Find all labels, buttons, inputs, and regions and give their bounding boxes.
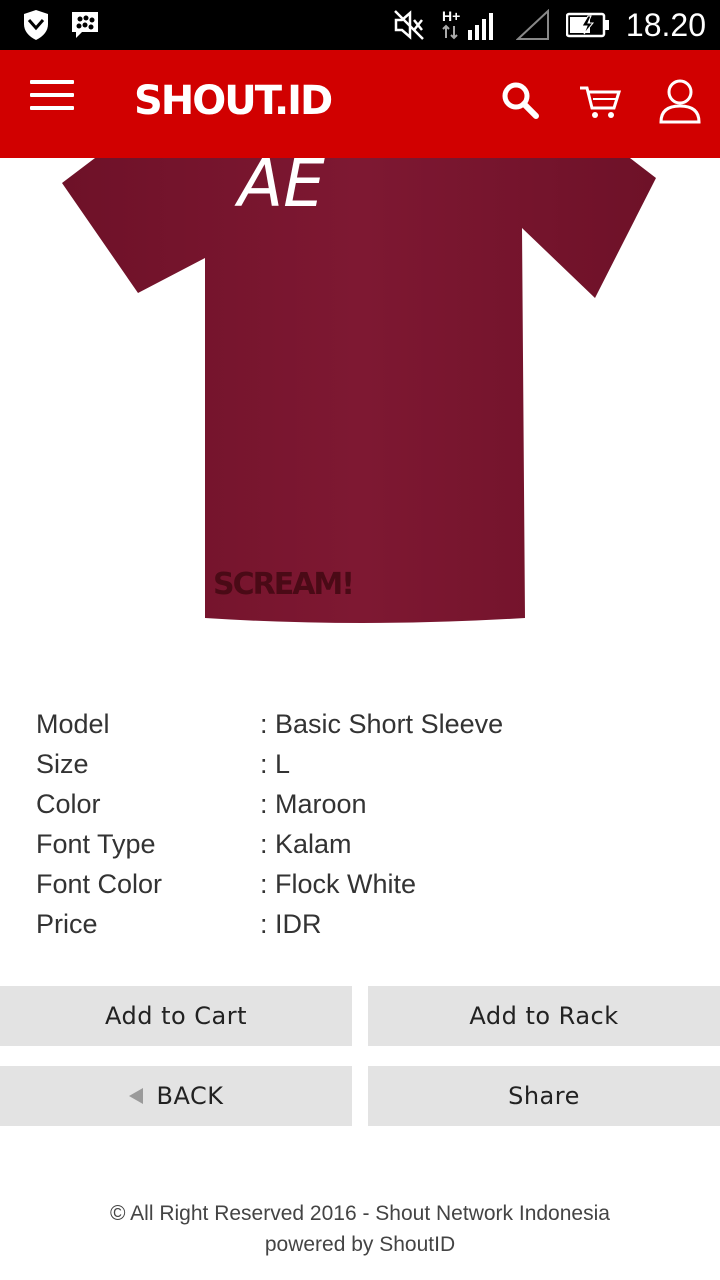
product-image: AE SCREAM! (0, 158, 720, 648)
footer: © All Right Reserved 2016 - Shout Networ… (0, 1198, 720, 1260)
clock: 18.20 (625, 6, 706, 43)
detail-label: Model (36, 709, 110, 739)
back-label: BACK (156, 1082, 224, 1110)
detail-row-font-type: Font Type : Kalam (36, 824, 696, 864)
detail-row-color: Color : Maroon (36, 784, 696, 824)
detail-value: : Kalam (260, 829, 352, 859)
detail-value: : Basic Short Sleeve (260, 709, 504, 739)
battery-charging-icon (565, 12, 610, 38)
detail-row-size: Size : L (36, 744, 696, 784)
bbm-icon (70, 10, 100, 40)
detail-label: Font Type (36, 829, 156, 859)
detail-label: Price (36, 909, 98, 939)
copyright-text: © All Right Reserved 2016 - Shout Networ… (110, 1202, 610, 1225)
detail-value: : L (260, 749, 291, 779)
back-arrow-icon (128, 1088, 143, 1104)
shirt-front-text: AE (234, 158, 325, 222)
detail-row-font-color: Font Color : Flock White (36, 864, 696, 904)
share-button[interactable]: Share (368, 1066, 720, 1126)
status-bar: H+ 18.20 (0, 0, 720, 50)
user-icon[interactable] (658, 78, 702, 129)
shield-icon (22, 10, 50, 40)
share-label: Share (508, 1082, 580, 1110)
add-to-cart-button[interactable]: Add to Cart (0, 986, 352, 1046)
search-icon[interactable] (500, 80, 540, 125)
app-header: SHOUT.ID (0, 50, 720, 158)
powered-by-text: powered by ShoutID (264, 1233, 456, 1256)
add-to-cart-label: Add to Cart (104, 1002, 248, 1030)
detail-value: : IDR (260, 909, 322, 939)
detail-label: Size (36, 749, 89, 779)
detail-value: : Flock White (260, 869, 417, 899)
network-type-label: H+ (442, 8, 460, 24)
detail-label: Font Color (36, 869, 163, 899)
menu-icon[interactable] (30, 80, 74, 112)
detail-row-price: Price : IDR (36, 904, 696, 944)
detail-label: Color (36, 789, 101, 819)
back-button[interactable]: BACK (0, 1066, 352, 1126)
shirt-print-text: SCREAM! (213, 567, 353, 602)
cart-icon[interactable] (578, 84, 622, 125)
detail-value: : Maroon (260, 789, 367, 819)
add-to-rack-label: Add to Rack (469, 1002, 619, 1030)
add-to-rack-button[interactable]: Add to Rack (368, 986, 720, 1046)
mute-icon (392, 8, 426, 42)
logo[interactable]: SHOUT.ID (134, 76, 333, 126)
signal-icon: H+ (442, 8, 500, 42)
product-details: Model : Basic Short Sleeve Size : L Colo… (36, 704, 696, 944)
detail-row-model: Model : Basic Short Sleeve (36, 704, 696, 744)
no-signal-icon (515, 9, 550, 41)
